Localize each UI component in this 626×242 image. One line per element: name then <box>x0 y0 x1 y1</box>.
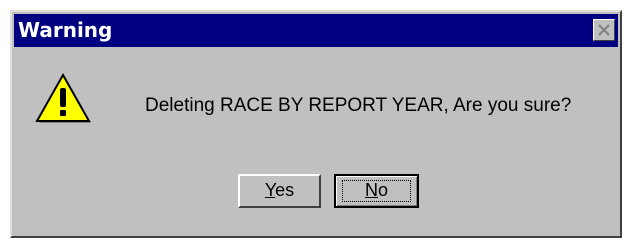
no-label-rest: o <box>377 180 388 200</box>
warning-icon <box>35 72 91 129</box>
no-mnemonic: N <box>364 180 378 200</box>
yes-mnemonic: Y <box>264 180 276 200</box>
yes-button[interactable]: Yes <box>238 174 321 208</box>
title-bar[interactable]: Warning <box>14 14 618 47</box>
warning-dialog: Warning Deleting RACE BY REPORT YEAR, Ar… <box>10 10 622 238</box>
no-button[interactable]: No <box>334 174 419 208</box>
window-title: Warning <box>18 18 113 42</box>
close-button[interactable] <box>593 19 615 41</box>
dialog-message: Deleting RACE BY REPORT YEAR, Are you su… <box>145 95 572 116</box>
no-button-label: No <box>365 180 388 200</box>
yes-label-rest: es <box>275 180 295 200</box>
yes-button-label: Yes <box>265 180 294 200</box>
close-icon <box>598 24 610 36</box>
